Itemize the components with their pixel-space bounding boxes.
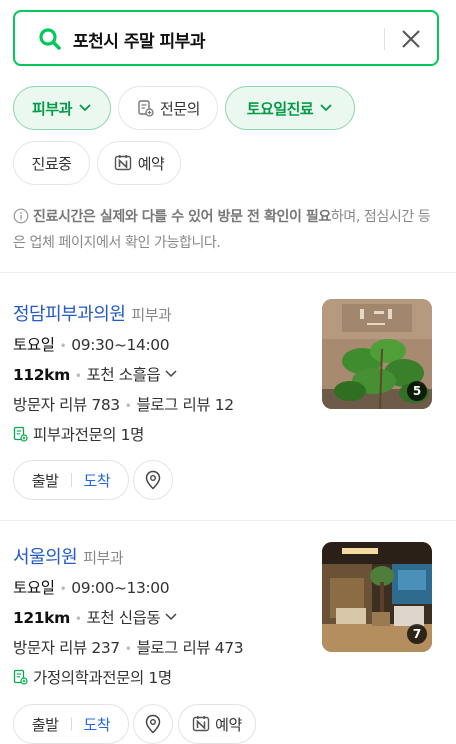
map-pin-icon	[145, 714, 161, 734]
search-query[interactable]: 포천시 주말 피부과	[73, 27, 205, 52]
route-start-button[interactable]: 출발	[18, 470, 71, 491]
reserve-button[interactable]: 예약	[178, 704, 256, 744]
filter-chip-label: 전문의	[160, 99, 200, 118]
result-thumbnail[interactable]: 7	[322, 542, 432, 652]
route-arrive-button[interactable]: 도착	[72, 714, 125, 735]
route-arrive-button[interactable]: 도착	[72, 470, 125, 491]
naver-n-icon	[114, 155, 131, 171]
filter-chip-label: 예약	[137, 154, 165, 173]
result-hours: 토요일 • 09:00~13:00	[13, 579, 170, 597]
section-divider	[0, 272, 456, 273]
route-start-button[interactable]: 출발	[18, 714, 71, 735]
naver-n-icon	[192, 716, 210, 732]
result-specialists: 가정의학과전문의 1명	[13, 666, 172, 688]
result-location-row[interactable]: 121km • 포천 신읍동	[13, 606, 178, 628]
filter-chip-label: 진료중	[31, 154, 72, 173]
chevron-down-icon	[79, 104, 91, 112]
info-icon	[13, 208, 29, 224]
chevron-down-icon	[165, 370, 177, 378]
specialist-text: 가정의학과전문의 1명	[33, 669, 172, 687]
result-day: 토요일	[13, 579, 55, 597]
result-time: 09:30~14:00	[71, 336, 170, 354]
search-divider	[384, 28, 385, 50]
map-pin-button[interactable]	[133, 704, 173, 744]
result-reviews: 방문자 리뷰 237 • 블로그 리뷰 473	[13, 639, 244, 657]
result-location: 포천 소흘읍	[86, 366, 161, 384]
document-plus-icon	[13, 426, 28, 442]
document-plus-icon	[138, 100, 154, 117]
result-location-row[interactable]: 112km • 포천 소흘읍	[13, 363, 178, 385]
result-title[interactable]: 서울의원 피부과	[13, 543, 124, 569]
photo-count-badge: 7	[407, 624, 427, 644]
search-icon	[39, 28, 61, 50]
search-bar[interactable]: 포천시 주말 피부과	[13, 10, 439, 66]
result-location: 포천 신읍동	[86, 609, 161, 627]
result-title[interactable]: 정담피부과의원 피부과	[13, 300, 172, 326]
result-thumbnail[interactable]: 5	[322, 299, 432, 409]
document-plus-icon	[13, 669, 28, 685]
result-name[interactable]: 정담피부과의원	[13, 304, 126, 325]
result-specialists: 피부과전문의 1명	[13, 423, 144, 445]
result-time: 09:00~13:00	[71, 579, 170, 597]
photo-count-badge: 5	[407, 381, 427, 401]
filter-chip-label: 피부과	[32, 99, 72, 118]
filter-chip-reservation[interactable]: 예약	[97, 141, 181, 185]
result-distance: 121km	[13, 609, 70, 627]
chevron-down-icon	[320, 104, 332, 112]
reserve-label: 예약	[215, 715, 242, 734]
filter-chip-specialist[interactable]: 전문의	[118, 86, 218, 130]
filter-chip-saturday[interactable]: 토요일진료	[225, 86, 355, 130]
map-pin-icon	[145, 470, 161, 490]
map-pin-button[interactable]	[133, 460, 173, 500]
filter-chip-dermatology[interactable]: 피부과	[13, 86, 111, 130]
blog-review[interactable]: 블로그 리뷰 473	[136, 639, 243, 657]
result-hours: 토요일 • 09:30~14:00	[13, 336, 170, 354]
route-buttons: 출발 도착	[13, 460, 129, 500]
filter-chip-label: 토요일진료	[246, 99, 314, 118]
section-divider	[0, 520, 456, 521]
chevron-down-icon	[165, 613, 177, 621]
result-day: 토요일	[13, 336, 55, 354]
result-name[interactable]: 서울의원	[13, 547, 78, 568]
hours-notice: 진료시간은 실제와 다를 수 있어 방문 전 확인이 필요하며, 점심시간 등은…	[13, 204, 441, 256]
result-distance: 112km	[13, 366, 70, 384]
result-reviews: 방문자 리뷰 783 • 블로그 리뷰 12	[13, 396, 234, 414]
notice-bold: 진료시간은 실제와 다를 수 있어 방문 전 확인이 필요	[33, 209, 331, 225]
visitor-review[interactable]: 방문자 리뷰 783	[13, 396, 120, 414]
blog-review[interactable]: 블로그 리뷰 12	[136, 396, 234, 414]
route-buttons: 출발 도착	[13, 704, 129, 744]
filter-chip-open-now[interactable]: 진료중	[13, 141, 90, 185]
close-icon[interactable]	[398, 26, 424, 52]
result-category: 피부과	[83, 549, 124, 567]
specialist-text: 피부과전문의 1명	[33, 426, 145, 444]
result-category: 피부과	[131, 306, 172, 324]
visitor-review[interactable]: 방문자 리뷰 237	[13, 639, 120, 657]
